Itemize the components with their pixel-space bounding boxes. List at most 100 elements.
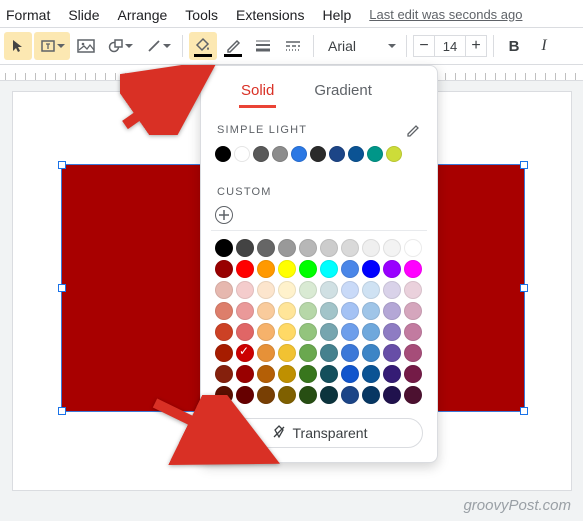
palette-swatch[interactable] xyxy=(383,260,401,278)
font-size-inc[interactable]: + xyxy=(465,35,487,57)
theme-swatch[interactable] xyxy=(291,146,307,162)
palette-swatch[interactable] xyxy=(278,323,296,341)
theme-swatch[interactable] xyxy=(386,146,402,162)
palette-swatch[interactable] xyxy=(383,323,401,341)
edit-status[interactable]: Last edit was seconds ago xyxy=(369,7,522,22)
palette-swatch[interactable] xyxy=(320,386,338,404)
palette-swatch[interactable] xyxy=(299,239,317,257)
palette-swatch[interactable] xyxy=(341,239,359,257)
palette-swatch[interactable] xyxy=(341,365,359,383)
palette-swatch[interactable] xyxy=(236,239,254,257)
palette-swatch[interactable] xyxy=(215,323,233,341)
palette-swatch[interactable] xyxy=(257,260,275,278)
palette-swatch[interactable] xyxy=(299,281,317,299)
palette-swatch[interactable] xyxy=(299,260,317,278)
palette-swatch[interactable] xyxy=(404,302,422,320)
palette-swatch[interactable] xyxy=(236,302,254,320)
select-tool[interactable] xyxy=(4,32,32,60)
palette-swatch[interactable] xyxy=(404,386,422,404)
font-size-dec[interactable]: − xyxy=(413,35,435,57)
palette-swatch[interactable] xyxy=(236,365,254,383)
palette-swatch[interactable] xyxy=(362,365,380,383)
palette-swatch[interactable] xyxy=(383,302,401,320)
palette-swatch[interactable] xyxy=(299,365,317,383)
palette-swatch[interactable] xyxy=(341,386,359,404)
palette-swatch[interactable] xyxy=(299,344,317,362)
border-color-button[interactable] xyxy=(219,32,247,60)
palette-swatch[interactable] xyxy=(278,281,296,299)
resize-handle-bl[interactable] xyxy=(58,407,66,415)
palette-swatch[interactable] xyxy=(383,365,401,383)
palette-swatch[interactable] xyxy=(404,344,422,362)
palette-swatch[interactable] xyxy=(404,323,422,341)
palette-swatch[interactable] xyxy=(215,365,233,383)
palette-swatch[interactable] xyxy=(278,365,296,383)
palette-swatch[interactable] xyxy=(257,344,275,362)
palette-swatch[interactable] xyxy=(404,365,422,383)
theme-swatch[interactable] xyxy=(253,146,269,162)
palette-swatch[interactable] xyxy=(362,302,380,320)
tab-solid[interactable]: Solid xyxy=(239,76,276,108)
border-weight-button[interactable] xyxy=(249,32,277,60)
palette-swatch[interactable] xyxy=(320,281,338,299)
textbox-tool[interactable] xyxy=(34,32,70,60)
palette-swatch[interactable] xyxy=(320,344,338,362)
palette-swatch[interactable] xyxy=(320,239,338,257)
palette-swatch[interactable] xyxy=(236,323,254,341)
palette-swatch[interactable] xyxy=(236,386,254,404)
palette-swatch[interactable] xyxy=(341,260,359,278)
image-tool[interactable] xyxy=(72,32,100,60)
menu-tools[interactable]: Tools xyxy=(185,7,218,23)
menu-help[interactable]: Help xyxy=(322,7,351,23)
palette-swatch[interactable] xyxy=(236,344,254,362)
resize-handle-tl[interactable] xyxy=(58,161,66,169)
theme-swatch[interactable] xyxy=(367,146,383,162)
palette-swatch[interactable] xyxy=(320,260,338,278)
palette-swatch[interactable] xyxy=(362,260,380,278)
resize-handle-ml[interactable] xyxy=(58,284,66,292)
palette-swatch[interactable] xyxy=(215,260,233,278)
menu-extensions[interactable]: Extensions xyxy=(236,7,304,23)
add-custom-color-button[interactable] xyxy=(215,206,233,224)
palette-swatch[interactable] xyxy=(299,302,317,320)
palette-swatch[interactable] xyxy=(236,281,254,299)
italic-button[interactable]: I xyxy=(530,32,558,60)
palette-swatch[interactable] xyxy=(236,260,254,278)
palette-swatch[interactable] xyxy=(383,386,401,404)
theme-swatch[interactable] xyxy=(329,146,345,162)
pencil-icon[interactable] xyxy=(405,122,421,138)
palette-swatch[interactable] xyxy=(362,344,380,362)
palette-swatch[interactable] xyxy=(257,365,275,383)
shape-tool[interactable] xyxy=(102,32,138,60)
palette-swatch[interactable] xyxy=(404,281,422,299)
palette-swatch[interactable] xyxy=(320,365,338,383)
theme-swatch[interactable] xyxy=(348,146,364,162)
palette-swatch[interactable] xyxy=(320,323,338,341)
palette-swatch[interactable] xyxy=(383,281,401,299)
font-family-select[interactable]: Arial xyxy=(320,34,400,58)
theme-swatch[interactable] xyxy=(272,146,288,162)
palette-swatch[interactable] xyxy=(299,386,317,404)
resize-handle-tr[interactable] xyxy=(520,161,528,169)
palette-swatch[interactable] xyxy=(362,323,380,341)
palette-swatch[interactable] xyxy=(278,302,296,320)
palette-swatch[interactable] xyxy=(257,302,275,320)
palette-swatch[interactable] xyxy=(257,281,275,299)
palette-swatch[interactable] xyxy=(278,239,296,257)
border-dash-button[interactable] xyxy=(279,32,307,60)
palette-swatch[interactable] xyxy=(383,344,401,362)
theme-swatch[interactable] xyxy=(215,146,231,162)
palette-swatch[interactable] xyxy=(341,344,359,362)
font-size-value[interactable]: 14 xyxy=(435,35,465,57)
palette-swatch[interactable] xyxy=(215,386,233,404)
palette-swatch[interactable] xyxy=(362,281,380,299)
palette-swatch[interactable] xyxy=(299,323,317,341)
line-tool[interactable] xyxy=(140,32,176,60)
palette-swatch[interactable] xyxy=(383,239,401,257)
menu-slide[interactable]: Slide xyxy=(68,7,99,23)
palette-swatch[interactable] xyxy=(278,344,296,362)
palette-swatch[interactable] xyxy=(341,281,359,299)
tab-gradient[interactable]: Gradient xyxy=(312,76,374,108)
palette-swatch[interactable] xyxy=(215,302,233,320)
resize-handle-mr[interactable] xyxy=(520,284,528,292)
